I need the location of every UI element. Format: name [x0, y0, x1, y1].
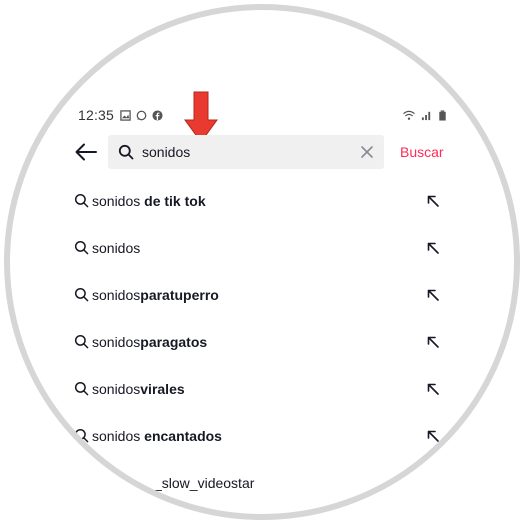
search-input[interactable] — [142, 142, 360, 162]
whatsapp-icon — [136, 110, 147, 120]
suggestion-typed: sonidos — [92, 427, 141, 444]
suggestion-typed: sonidos — [92, 286, 141, 303]
suggestion-list: sonidos de tik tok sonidos sonidosparatu… — [74, 177, 446, 506]
suggestion-text: sonidos de tik tok — [92, 193, 206, 209]
search-icon — [74, 428, 89, 443]
account-suggestion-label: _slow_videostar — [154, 474, 255, 491]
fill-query-arrow-icon[interactable] — [426, 429, 440, 443]
suggestion-item[interactable]: sonidosvirales — [74, 365, 444, 412]
suggestion-item[interactable]: sonidosparagatos — [74, 318, 444, 365]
status-left: 12:35 — [78, 107, 163, 123]
image-icon — [120, 109, 131, 121]
battery-icon — [439, 109, 446, 121]
suggestion-completion: paragatos — [140, 333, 208, 350]
search-icon — [74, 334, 89, 349]
search-icon — [74, 240, 89, 255]
phone-screen: 12:35 sonidos Buscar sonidos de tik tok … — [10, 10, 514, 514]
status-right — [402, 109, 448, 121]
suggestion-completion: virales — [140, 380, 185, 397]
search-icon — [118, 144, 134, 160]
search-box[interactable] — [108, 135, 384, 169]
suggestion-content: sonidos de tik tok — [74, 193, 206, 209]
suggestion-typed: sonidos — [92, 333, 141, 350]
suggestion-text: sonidosparagatos — [92, 334, 207, 350]
search-icon — [74, 381, 89, 396]
clear-icon[interactable] — [360, 145, 374, 159]
fill-query-arrow-icon[interactable] — [426, 288, 440, 302]
suggestion-completion: paratuperro — [140, 286, 219, 303]
suggestion-typed: sonidos — [92, 380, 141, 397]
status-bar: 12:35 — [78, 104, 448, 126]
suggestion-content: sonidosvirales — [74, 381, 185, 397]
facebook-icon — [152, 109, 163, 121]
search-icon — [74, 287, 89, 302]
suggestion-content: sonidos encantados — [74, 428, 222, 444]
suggestion-typed: sonidos — [92, 239, 141, 256]
suggestion-completion: de tik tok — [140, 192, 206, 209]
search-button[interactable]: Buscar — [400, 144, 444, 160]
suggestion-item[interactable]: sonidosparatuperro — [74, 271, 444, 318]
back-arrow-icon — [75, 143, 97, 161]
suggestion-text: sonidosparatuperro — [92, 287, 219, 303]
signal-icon — [421, 111, 431, 120]
status-time: 12:35 — [78, 107, 115, 123]
account-suggestion-item[interactable]: _slow_videostar — [74, 459, 446, 506]
fill-query-arrow-icon[interactable] — [426, 382, 440, 396]
circular-frame: 12:35 sonidos Buscar sonidos de tik tok … — [4, 4, 520, 520]
fill-query-arrow-icon[interactable] — [426, 335, 440, 349]
fill-query-arrow-icon[interactable] — [426, 194, 440, 208]
suggestion-content: sonidosparatuperro — [74, 287, 219, 303]
suggestion-item[interactable]: sonidos de tik tok — [74, 177, 444, 224]
search-header: Buscar — [70, 134, 456, 170]
notification-icons — [120, 109, 163, 121]
back-button[interactable] — [70, 134, 102, 170]
suggestion-typed: sonidos — [92, 192, 141, 209]
wifi-icon — [403, 110, 415, 120]
suggestion-content: sonidosparagatos — [74, 334, 207, 350]
suggestion-text: sonidos — [92, 240, 140, 256]
suggestion-text: sonidos encantados — [92, 428, 222, 444]
suggestion-text: sonidosvirales — [92, 381, 185, 397]
suggestion-content: sonidos — [74, 240, 140, 256]
search-icon — [74, 193, 89, 208]
suggestion-item[interactable]: sonidos encantados — [74, 412, 444, 459]
fill-query-arrow-icon[interactable] — [426, 241, 440, 255]
suggestion-item[interactable]: sonidos — [74, 224, 444, 271]
suggestion-completion: encantados — [140, 427, 222, 444]
avatar — [416, 467, 446, 498]
